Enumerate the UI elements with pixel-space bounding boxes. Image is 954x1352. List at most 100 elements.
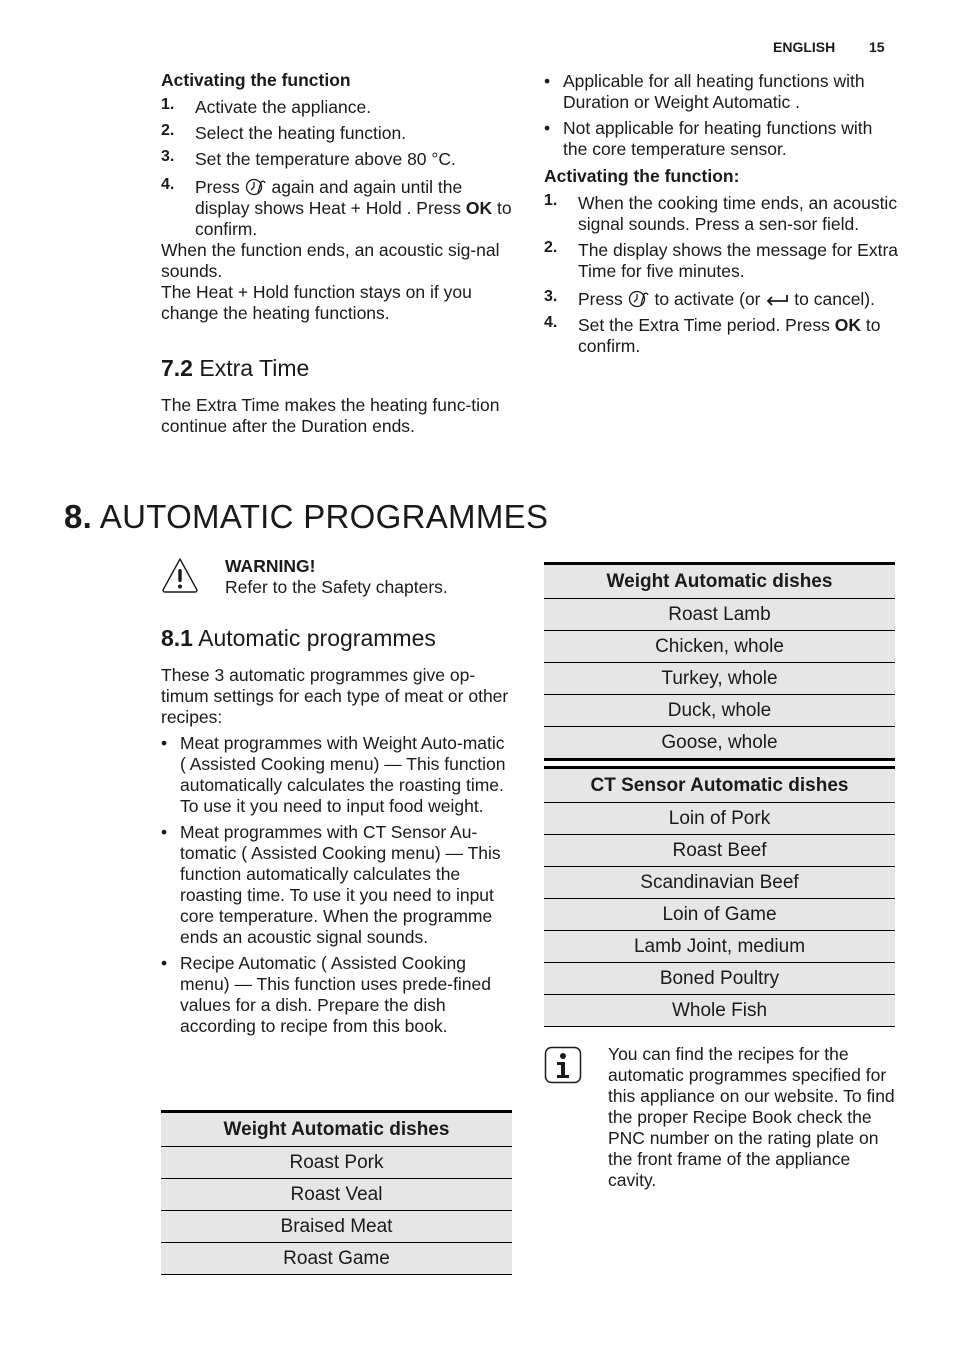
step: 4. Press again and again until the displa… <box>161 176 513 240</box>
table-row: Whole Fish <box>544 994 895 1027</box>
section-8-1-heading: 8.1 Automatic programmes <box>161 624 436 652</box>
weight-automatic-table-right: Weight Automatic dishes Roast Lamb Chick… <box>544 562 895 761</box>
extra-time-steps: 1. When the cooking time ends, an acousti… <box>544 192 900 357</box>
table-cell: Roast Game <box>161 1242 512 1275</box>
extra-time-description: The Extra Time makes the heating func-ti… <box>161 395 500 436</box>
step: 3. Set the temperature above 80 °C. <box>161 148 513 170</box>
warning-title: WARNING! <box>225 556 316 576</box>
table-row: Boned Poultry <box>544 962 895 995</box>
table-cell: Boned Poultry <box>544 962 895 995</box>
step-text: to cancel). <box>794 289 875 309</box>
table-row: Roast Lamb <box>544 598 895 631</box>
step-number: 4. <box>544 314 558 331</box>
table-row: Scandinavian Beef <box>544 866 895 899</box>
table-cell: Loin of Pork <box>544 802 895 835</box>
table-cell: Whole Fish <box>544 994 895 1027</box>
extra-time-icon <box>245 178 266 196</box>
table-row: Lamb Joint, medium <box>544 930 895 963</box>
step-number: 3. <box>544 288 558 305</box>
function-ends-text: When the function ends, an acoustic sig-… <box>161 240 500 281</box>
programme-list: Meat programmes with Weight Auto-matic (… <box>161 733 513 1037</box>
chapter-title: AUTOMATIC PROGRAMMES <box>99 498 549 535</box>
section-7-2-heading: 7.2 Extra Time <box>161 354 309 382</box>
table-cell: Chicken, whole <box>544 630 895 663</box>
step-text: Press <box>195 177 240 197</box>
step: 2. The display shows the message for Extr… <box>544 239 900 282</box>
extra-time-notes: Applicable for all heating functions wit… <box>544 71 900 160</box>
ct-sensor-table: CT Sensor Automatic dishes Loin of Pork … <box>544 766 895 1027</box>
table-row: Goose, whole <box>544 726 895 761</box>
table-row: Turkey, whole <box>544 662 895 695</box>
table-cell: Roast Veal <box>161 1178 512 1211</box>
step: 2. Select the heating function. <box>161 122 513 144</box>
back-arrow-icon <box>767 295 789 306</box>
table-cell: Loin of Game <box>544 898 895 931</box>
right-top-column: Applicable for all heating functions wit… <box>544 71 900 357</box>
extra-time-icon <box>628 290 649 308</box>
step-text: Activate the appliance. <box>195 97 372 117</box>
table-header: CT Sensor Automatic dishes <box>544 766 895 803</box>
table-row: Braised Meat <box>161 1210 512 1243</box>
intro-text: These 3 automatic programmes give op-tim… <box>161 665 509 727</box>
warning-icon <box>162 558 198 593</box>
step: 1. When the cooking time ends, an acousti… <box>544 192 900 235</box>
step-text: The display shows the message for Extra … <box>578 240 899 281</box>
step-number: 1. <box>161 96 175 113</box>
bullet-item: Meat programmes with Weight Auto-matic (… <box>161 733 513 817</box>
warning-text: Refer to the Safety chapters. <box>225 577 448 597</box>
table-row: Loin of Pork <box>544 802 895 835</box>
chapter-heading: 8. AUTOMATIC PROGRAMMES <box>64 497 548 537</box>
weight-automatic-table-left: Weight Automatic dishes Roast Pork Roast… <box>161 1110 512 1275</box>
table-header: Weight Automatic dishes <box>544 562 895 599</box>
step-number: 2. <box>161 122 175 139</box>
bullet-item: Meat programmes with CT Sensor Au-tomati… <box>161 822 513 948</box>
table-cell: Roast Beef <box>544 834 895 867</box>
heat-hold-stays-text: The Heat + Hold function stays on if you… <box>161 282 472 323</box>
step: 3. Press to activate (or to cancel). <box>544 288 900 310</box>
table-row: Roast Pork <box>161 1146 512 1179</box>
heat-hold-steps: 1. Activate the appliance. 2. Select the h… <box>161 96 513 240</box>
table-header: Weight Automatic dishes <box>161 1110 512 1147</box>
step: 1. Activate the appliance. <box>161 96 513 118</box>
table-row: Duck, whole <box>544 694 895 727</box>
table-row: Roast Beef <box>544 834 895 867</box>
activating-heading: Activating the function <box>161 70 351 90</box>
section-8-1-body: These 3 automatic programmes give op-tim… <box>161 665 513 1037</box>
table-cell: Roast Lamb <box>544 598 895 631</box>
info-icon <box>544 1046 582 1084</box>
table-cell: Braised Meat <box>161 1210 512 1243</box>
info-note-text: You can find the recipes for the automat… <box>608 1044 895 1190</box>
step-number: 2. <box>544 239 558 256</box>
table-cell: Roast Pork <box>161 1146 512 1179</box>
bullet-item: Not applicable for heating functions wit… <box>544 118 900 160</box>
step-number: 4. <box>161 176 175 193</box>
step-text: When the cooking time ends, an acoustic … <box>578 193 898 234</box>
bullet-item: Recipe Automatic ( Assisted Cooking menu… <box>161 953 513 1037</box>
section-number: 8.1 <box>161 625 193 651</box>
table-cell: Goose, whole <box>544 726 895 761</box>
header-language: ENGLISH <box>773 39 836 55</box>
section-number: 7.2 <box>161 355 193 381</box>
table-cell: Scandinavian Beef <box>544 866 895 899</box>
ok-label: OK <box>465 198 493 218</box>
table-cell: Turkey, whole <box>544 662 895 695</box>
table-row: Chicken, whole <box>544 630 895 663</box>
bullet-item: Applicable for all heating functions wit… <box>544 71 900 113</box>
table-cell: Duck, whole <box>544 694 895 727</box>
left-top-column: Activating the function 1. Activate the a… <box>161 70 513 324</box>
ok-label: OK <box>834 315 862 335</box>
table-row: Roast Veal <box>161 1178 512 1211</box>
step-number: 3. <box>161 148 175 165</box>
step-text: Press <box>578 289 623 309</box>
step-text: Set the temperature above 80 °C. <box>195 149 456 169</box>
activating-heading-2: Activating the function: <box>544 166 740 186</box>
table-row: Roast Game <box>161 1242 512 1275</box>
chapter-number: 8. <box>64 498 93 535</box>
step-text: to activate (or <box>654 289 761 309</box>
table-row: Loin of Game <box>544 898 895 931</box>
step-number: 1. <box>544 192 558 209</box>
page-number: 15 <box>869 39 885 55</box>
section-title: Extra Time <box>199 355 310 381</box>
section-title: Automatic programmes <box>198 625 436 651</box>
table-cell: Lamb Joint, medium <box>544 930 895 963</box>
